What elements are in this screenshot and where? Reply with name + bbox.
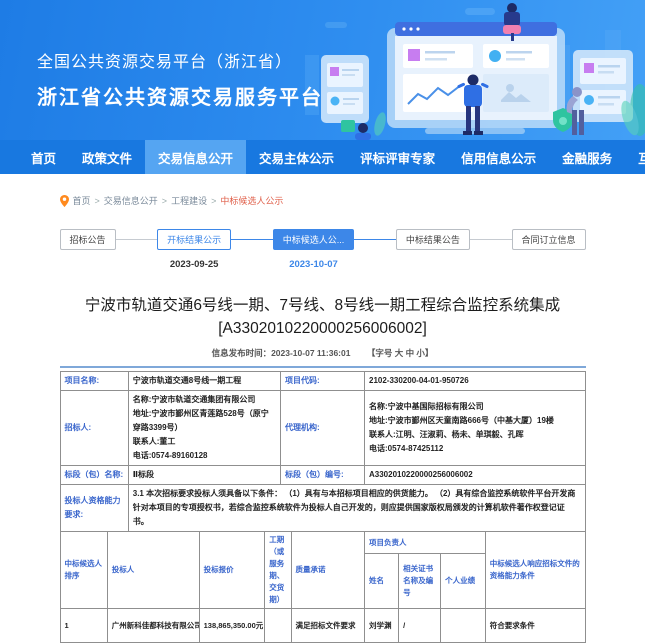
nav-item-home[interactable]: 首页 bbox=[18, 140, 69, 174]
candidate-cert: / bbox=[399, 609, 441, 643]
breadcrumb-trade-info[interactable]: 交易信息公开 bbox=[104, 194, 158, 207]
breadcrumb-engineering[interactable]: 工程建设 bbox=[171, 194, 207, 207]
step-tender-announcement: 招标公告 bbox=[60, 229, 116, 250]
nav-item-finance[interactable]: 金融服务 bbox=[549, 140, 625, 174]
header-project-manager: 项目负责人 bbox=[365, 532, 486, 554]
header-price: 投标报价 bbox=[199, 532, 265, 609]
publish-time: 信息发布时间：2023-10-07 11:36:01 bbox=[212, 348, 351, 358]
breadcrumb-separator: > bbox=[162, 196, 167, 206]
section-code-label: 标段（包）编号: bbox=[281, 466, 365, 485]
nav-item-credit[interactable]: 信用信息公示 bbox=[448, 140, 549, 174]
table-row: 招标人: 名称:宁波市轨道交通集团有限公司 地址:宁波市鄞州区青莲路528号（原… bbox=[60, 391, 585, 466]
page-title-line2: [A3302010220000256006002] bbox=[60, 317, 586, 340]
section-name-label: 标段（包）名称: bbox=[60, 466, 128, 485]
step-connector bbox=[231, 239, 273, 240]
breadcrumb-separator: > bbox=[95, 196, 100, 206]
step-candidate-publicity: 中标候选人公... 2023-10-07 bbox=[273, 229, 355, 270]
agency-label: 代理机构: bbox=[281, 391, 365, 466]
qualification-label: 投标人资格能力要求: bbox=[60, 485, 128, 532]
step-connector bbox=[470, 239, 512, 240]
header-bidder: 投标人 bbox=[107, 532, 199, 609]
table-row: 项目名称: 宁波市轨道交通8号线一期工程 项目代码: 2102-330200-0… bbox=[60, 372, 585, 391]
breadcrumb-home[interactable]: 首页 bbox=[73, 194, 91, 207]
step-connector bbox=[354, 239, 396, 240]
candidate-bidder: 广州新科佳都科技有限公司 bbox=[107, 609, 199, 643]
table-row: 标段（包）名称: Ⅱ标段 标段（包）编号: A33020102200002560… bbox=[60, 466, 585, 485]
header-duration: 工期（或服务期、交货期） bbox=[265, 532, 291, 609]
national-platform-title: 全国公共资源交易平台（浙江省） bbox=[37, 48, 323, 72]
candidate-achievement bbox=[441, 609, 486, 643]
table-row: 投标人资格能力要求: 3.1 本次招标要求投标人须具备以下条件： （1）具有与本… bbox=[60, 485, 585, 532]
step-award-result: 中标结果公告 bbox=[396, 229, 470, 250]
step-box-contract[interactable]: 合同订立信息 bbox=[512, 229, 586, 250]
step-contract: 合同订立信息 bbox=[512, 229, 586, 250]
candidates-table: 中标候选人排序 投标人 投标报价 工期（或服务期、交货期） 质量承诺 项目负责人… bbox=[60, 531, 586, 643]
fontsize-controls[interactable]: 【字号 大 中 小】 bbox=[367, 348, 434, 358]
main-nav: 首页 政策文件 交易信息公开 交易主体公示 评标评审专家 信用信息公示 金融服务… bbox=[0, 140, 645, 174]
section-name-value: Ⅱ标段 bbox=[128, 466, 280, 485]
step-box-candidate-publicity[interactable]: 中标候选人公... bbox=[273, 229, 355, 250]
breadcrumb: 首页 > 交易信息公开 > 工程建设 > 中标候选人公示 bbox=[60, 194, 586, 207]
page-title-line1: 宁波市轨道交通6号线一期、7号线、8号线一期工程综合监控系统集成 bbox=[60, 294, 586, 317]
nav-item-interaction[interactable]: 互动交流 bbox=[625, 140, 645, 174]
site-title-block: 全国公共资源交易平台（浙江省） 浙江省公共资源交易服务平台 bbox=[37, 48, 323, 110]
step-bid-opening: 开标结果公示 2023-09-25 bbox=[157, 229, 231, 270]
step-box-award-result[interactable]: 中标结果公告 bbox=[396, 229, 470, 250]
candidate-manager-name: 刘学渊 bbox=[365, 609, 399, 643]
breadcrumb-current: 中标候选人公示 bbox=[220, 194, 283, 207]
step-box-bid-opening[interactable]: 开标结果公示 bbox=[157, 229, 231, 250]
nav-item-policy[interactable]: 政策文件 bbox=[69, 140, 145, 174]
project-code-value: 2102-330200-04-01-950726 bbox=[365, 372, 586, 391]
nav-item-trade-info[interactable]: 交易信息公开 bbox=[145, 140, 246, 174]
tenderee-value: 名称:宁波市轨道交通集团有限公司 地址:宁波市鄞州区青莲路528号（原宁穿路33… bbox=[128, 391, 280, 466]
header-qualification: 中标候选人响应招标文件的资格能力条件 bbox=[485, 532, 585, 609]
candidate-qualification: 符合要求条件 bbox=[485, 609, 585, 643]
breadcrumb-separator: > bbox=[211, 196, 216, 206]
project-info-table: 项目名称: 宁波市轨道交通8号线一期工程 项目代码: 2102-330200-0… bbox=[60, 371, 586, 532]
process-steps: 招标公告 开标结果公示 2023-09-25 中标候选人公... 2023-10… bbox=[60, 229, 586, 270]
header-achievement: 个人业绩 bbox=[441, 554, 486, 609]
project-name-value: 宁波市轨道交通8号线一期工程 bbox=[128, 372, 280, 391]
step-date-candidate-publicity: 2023-10-07 bbox=[289, 259, 338, 270]
header-quality: 质量承诺 bbox=[291, 532, 365, 609]
candidate-price: 138,865,350.00元 bbox=[199, 609, 265, 643]
section-code-value: A3302010220000256006002 bbox=[365, 466, 586, 485]
publish-meta: 信息发布时间：2023-10-07 11:36:01 【字号 大 中 小】 bbox=[60, 347, 586, 359]
provincial-platform-title: 浙江省公共资源交易服务平台 bbox=[37, 81, 323, 110]
site-banner: 全国公共资源交易平台（浙江省） 浙江省公共资源交易服务平台 bbox=[0, 0, 645, 140]
candidate-duration bbox=[265, 609, 291, 643]
candidates-header-row: 中标候选人排序 投标人 投标报价 工期（或服务期、交货期） 质量承诺 项目负责人… bbox=[60, 532, 585, 554]
qualification-value: 3.1 本次招标要求投标人须具备以下条件： （1）具有与本招标项目相应的供货能力… bbox=[128, 485, 585, 532]
header-illustration bbox=[305, 0, 645, 140]
step-date-bid-opening: 2023-09-25 bbox=[170, 259, 219, 270]
tenderee-label: 招标人: bbox=[60, 391, 128, 466]
nav-item-experts[interactable]: 评标评审专家 bbox=[347, 140, 448, 174]
step-box-tender-announcement[interactable]: 招标公告 bbox=[60, 229, 116, 250]
project-name-label: 项目名称: bbox=[60, 372, 128, 391]
page-title: 宁波市轨道交通6号线一期、7号线、8号线一期工程综合监控系统集成 [A33020… bbox=[60, 294, 586, 340]
location-pin-icon bbox=[60, 195, 69, 207]
nav-item-subject[interactable]: 交易主体公示 bbox=[246, 140, 347, 174]
step-connector bbox=[116, 239, 158, 240]
candidate-quality: 满足招标文件要求 bbox=[291, 609, 365, 643]
header-cert: 相关证书名称及编号 bbox=[399, 554, 441, 609]
candidate-rank: 1 bbox=[60, 609, 107, 643]
header-rank: 中标候选人排序 bbox=[60, 532, 107, 609]
project-code-label: 项目代码: bbox=[281, 372, 365, 391]
header-manager-name: 姓名 bbox=[365, 554, 399, 609]
title-divider bbox=[60, 366, 586, 368]
illustration-tablet-left bbox=[321, 55, 369, 123]
agency-value: 名称:宁波中基国际招标有限公司 地址:宁波市鄞州区天童南路666号（中基大厦）1… bbox=[365, 391, 586, 466]
candidate-row: 1 广州新科佳都科技有限公司 138,865,350.00元 满足招标文件要求 … bbox=[60, 609, 585, 643]
